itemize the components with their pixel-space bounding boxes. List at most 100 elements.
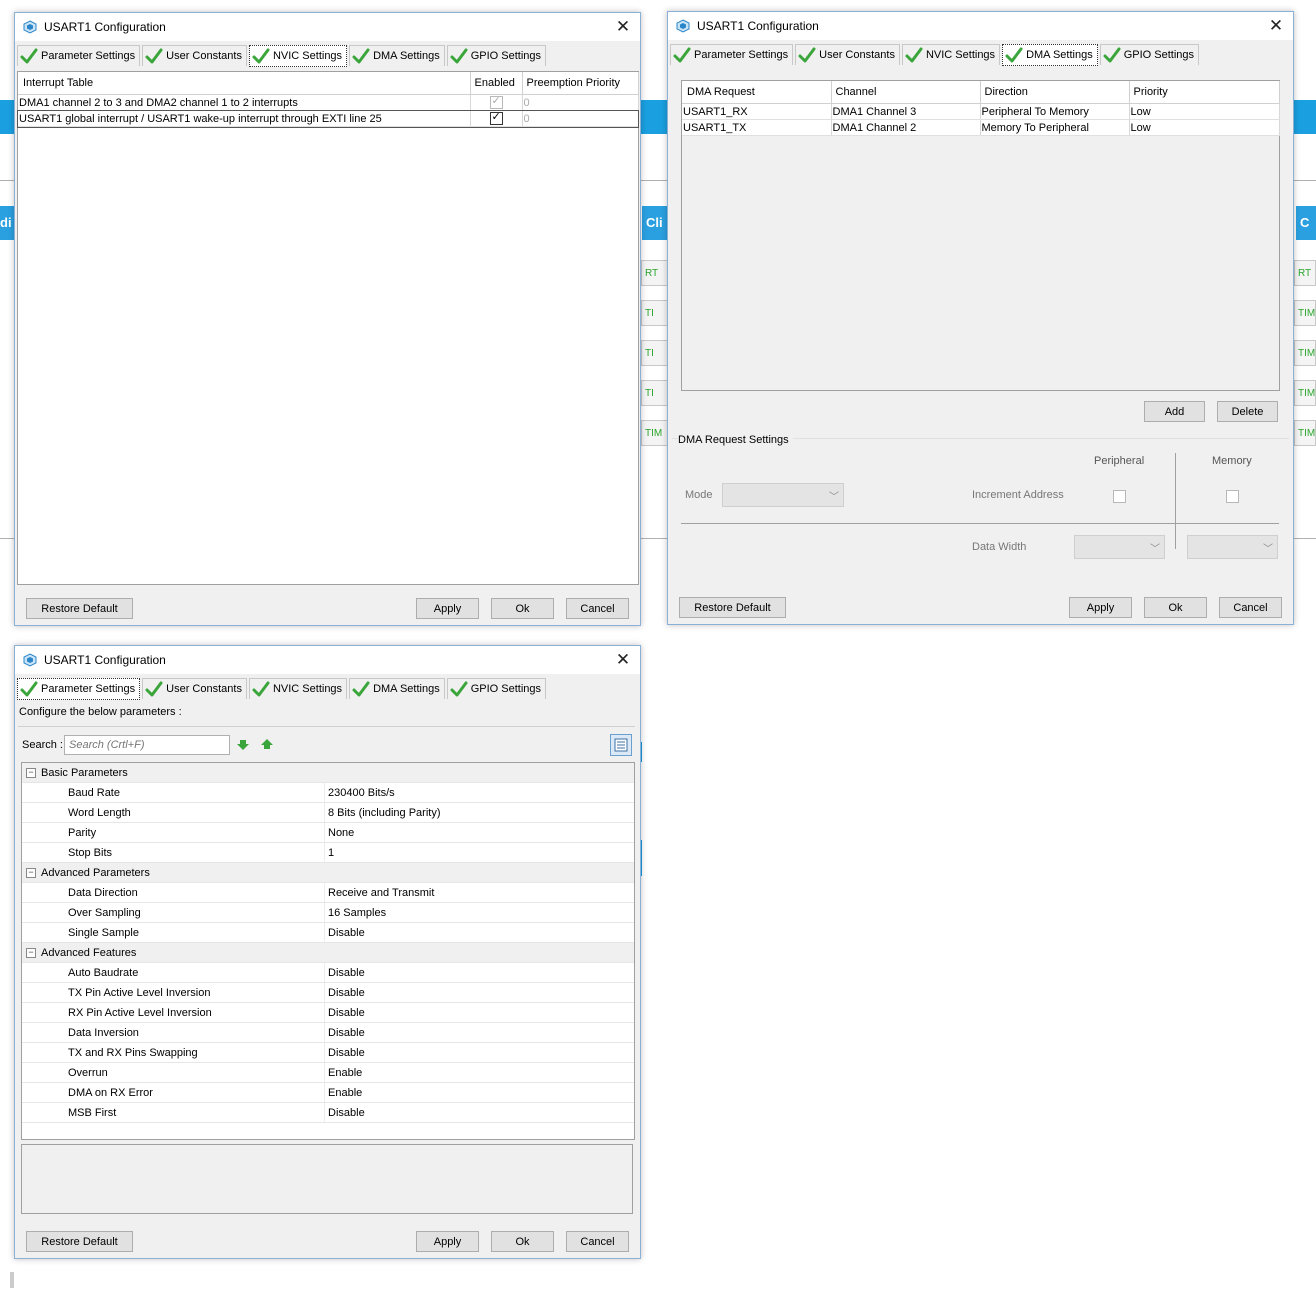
tab-dma-settings[interactable]: DMA Settings bbox=[349, 678, 445, 699]
parameter-row[interactable]: TX and RX Pins Swapping Disable bbox=[22, 1043, 634, 1063]
tab-gpio-settings[interactable]: GPIO Settings bbox=[446, 45, 547, 66]
parameter-value[interactable]: Disable bbox=[328, 987, 365, 999]
tab-gpio-settings[interactable]: GPIO Settings bbox=[446, 678, 547, 699]
parameter-value[interactable]: Disable bbox=[328, 1027, 365, 1039]
restore-default-button[interactable]: Restore Default bbox=[26, 1231, 133, 1252]
parameter-row[interactable]: MSB First Disable bbox=[22, 1103, 634, 1123]
col-header-dma-request[interactable]: DMA Request bbox=[682, 81, 832, 104]
restore-default-button[interactable]: Restore Default bbox=[26, 598, 133, 619]
parameter-value[interactable]: Disable bbox=[328, 1107, 365, 1119]
parameter-value[interactable]: Enable bbox=[328, 1067, 362, 1079]
close-icon[interactable]: ✕ bbox=[1265, 15, 1287, 37]
dialog-title: USART1 Configuration bbox=[44, 20, 166, 34]
tab-user-constants[interactable]: User Constants bbox=[142, 678, 247, 699]
search-prev-arrow-icon[interactable] bbox=[261, 738, 273, 750]
ok-button[interactable]: Ok bbox=[491, 598, 554, 619]
titlebar: USART1 Configuration ✕ bbox=[15, 646, 640, 674]
col-header-interrupt-table[interactable]: Interrupt Table bbox=[18, 72, 471, 95]
parameter-row[interactable]: Overrun Enable bbox=[22, 1063, 634, 1083]
channel-cell[interactable]: DMA1 Channel 3 bbox=[831, 103, 981, 120]
col-header-preemption-priority[interactable]: Preemption Priority bbox=[522, 72, 639, 95]
tab-gpio-settings[interactable]: GPIO Settings bbox=[1099, 44, 1200, 65]
close-icon[interactable]: ✕ bbox=[612, 16, 634, 38]
parameter-value[interactable]: Enable bbox=[328, 1087, 362, 1099]
tab-nvic-settings[interactable]: NVIC Settings bbox=[901, 44, 1001, 65]
parameter-group-row[interactable]: − Advanced Features bbox=[22, 943, 634, 963]
cancel-button[interactable]: Cancel bbox=[1219, 597, 1282, 618]
parameter-row[interactable]: Auto Baudrate Disable bbox=[22, 963, 634, 983]
col-header-direction[interactable]: Direction bbox=[980, 81, 1130, 104]
collapse-icon[interactable]: − bbox=[26, 948, 36, 958]
tab-user-constants[interactable]: User Constants bbox=[142, 45, 247, 66]
parameter-value[interactable]: Disable bbox=[328, 1007, 365, 1019]
mode-dropdown[interactable]: ﹀ bbox=[722, 483, 844, 507]
parameter-value[interactable]: Disable bbox=[328, 927, 365, 939]
cancel-button[interactable]: Cancel bbox=[566, 1231, 629, 1252]
parameter-value[interactable]: Receive and Transmit bbox=[328, 887, 434, 899]
parameter-row[interactable]: Parity None bbox=[22, 823, 634, 843]
memory-increment-checkbox[interactable] bbox=[1226, 490, 1239, 503]
parameter-value[interactable]: 230400 Bits/s bbox=[328, 787, 395, 799]
search-next-arrow-icon[interactable] bbox=[237, 739, 249, 751]
apply-button[interactable]: Apply bbox=[416, 1231, 479, 1252]
tab-dma-settings[interactable]: DMA Settings bbox=[1002, 44, 1098, 66]
tab-label: User Constants bbox=[166, 683, 242, 695]
channel-cell[interactable]: DMA1 Channel 2 bbox=[831, 119, 981, 136]
col-header-enabled[interactable]: Enabled bbox=[470, 72, 523, 95]
parameter-row[interactable]: Over Sampling 16 Samples bbox=[22, 903, 634, 923]
tab-dma-settings[interactable]: DMA Settings bbox=[349, 45, 445, 66]
ok-button[interactable]: Ok bbox=[1144, 597, 1207, 618]
col-header-priority[interactable]: Priority bbox=[1129, 81, 1280, 104]
cancel-button[interactable]: Cancel bbox=[566, 598, 629, 619]
parameter-row[interactable]: Baud Rate 230400 Bits/s bbox=[22, 783, 634, 803]
collapse-icon[interactable]: − bbox=[26, 768, 36, 778]
restore-default-button[interactable]: Restore Default bbox=[679, 597, 786, 618]
delete-button[interactable]: Delete bbox=[1217, 401, 1278, 422]
collapse-icon[interactable]: − bbox=[26, 868, 36, 878]
peripheral-increment-checkbox[interactable] bbox=[1113, 490, 1126, 503]
priority-cell[interactable]: Low bbox=[1129, 119, 1280, 136]
close-icon[interactable]: ✕ bbox=[612, 649, 634, 671]
parameter-value[interactable]: 8 Bits (including Parity) bbox=[328, 807, 441, 819]
tab-parameter-settings[interactable]: Parameter Settings bbox=[670, 44, 794, 65]
search-input[interactable] bbox=[64, 735, 230, 755]
direction-cell[interactable]: Memory To Peripheral bbox=[980, 119, 1130, 136]
parameter-row[interactable]: Data Direction Receive and Transmit bbox=[22, 883, 634, 903]
parameter-row[interactable]: DMA on RX Error Enable bbox=[22, 1083, 634, 1103]
enabled-checkbox[interactable]: ✓ bbox=[489, 111, 503, 125]
add-button[interactable]: Add bbox=[1144, 401, 1205, 422]
tab-nvic-settings[interactable]: NVIC Settings bbox=[248, 45, 348, 67]
table-row[interactable]: USART1 global interrupt / USART1 wake-up… bbox=[17, 109, 639, 128]
parameter-value[interactable]: 1 bbox=[328, 847, 334, 859]
parameter-row[interactable]: TX Pin Active Level Inversion Disable bbox=[22, 983, 634, 1003]
apply-button[interactable]: Apply bbox=[1069, 597, 1132, 618]
table-row[interactable]: DMA1 channel 2 to 3 and DMA2 channel 1 t… bbox=[18, 94, 639, 111]
parameter-value[interactable]: None bbox=[328, 827, 354, 839]
direction-cell[interactable]: Peripheral To Memory bbox=[980, 103, 1130, 120]
parameter-group-row[interactable]: − Advanced Parameters bbox=[22, 863, 634, 883]
apply-button[interactable]: Apply bbox=[416, 598, 479, 619]
table-row[interactable]: USART1_TX DMA1 Channel 2 Memory To Periphe… bbox=[682, 119, 1280, 136]
list-view-toggle-icon[interactable] bbox=[610, 734, 632, 756]
tab-nvic-settings[interactable]: NVIC Settings bbox=[248, 678, 348, 699]
parameter-value[interactable]: Disable bbox=[328, 1047, 365, 1059]
ok-button[interactable]: Ok bbox=[491, 1231, 554, 1252]
parameter-value[interactable]: Disable bbox=[328, 967, 365, 979]
priority-cell[interactable]: Low bbox=[1129, 103, 1280, 120]
table-row[interactable]: USART1_RX DMA1 Channel 3 Peripheral To Mem… bbox=[682, 103, 1280, 120]
parameter-value[interactable]: 16 Samples bbox=[328, 907, 386, 919]
tab-parameter-settings[interactable]: Parameter Settings bbox=[17, 45, 141, 66]
parameter-row[interactable]: Word Length 8 Bits (including Parity) bbox=[22, 803, 634, 823]
parameter-row[interactable]: RX Pin Active Level Inversion Disable bbox=[22, 1003, 634, 1023]
preemption-priority-value[interactable]: 0 bbox=[522, 110, 639, 127]
parameter-row[interactable]: Stop Bits 1 bbox=[22, 843, 634, 863]
parameter-row[interactable]: Single Sample Disable bbox=[22, 923, 634, 943]
preemption-priority-value[interactable]: 0 bbox=[522, 94, 639, 111]
parameter-group-row[interactable]: − Basic Parameters bbox=[22, 763, 634, 783]
tab-parameter-settings[interactable]: Parameter Settings bbox=[17, 678, 141, 700]
memory-data-width-dropdown[interactable]: ﹀ bbox=[1187, 535, 1278, 559]
tab-user-constants[interactable]: User Constants bbox=[795, 44, 900, 65]
col-header-channel[interactable]: Channel bbox=[831, 81, 981, 104]
peripheral-data-width-dropdown[interactable]: ﹀ bbox=[1074, 535, 1165, 559]
parameter-row[interactable]: Data Inversion Disable bbox=[22, 1023, 634, 1043]
